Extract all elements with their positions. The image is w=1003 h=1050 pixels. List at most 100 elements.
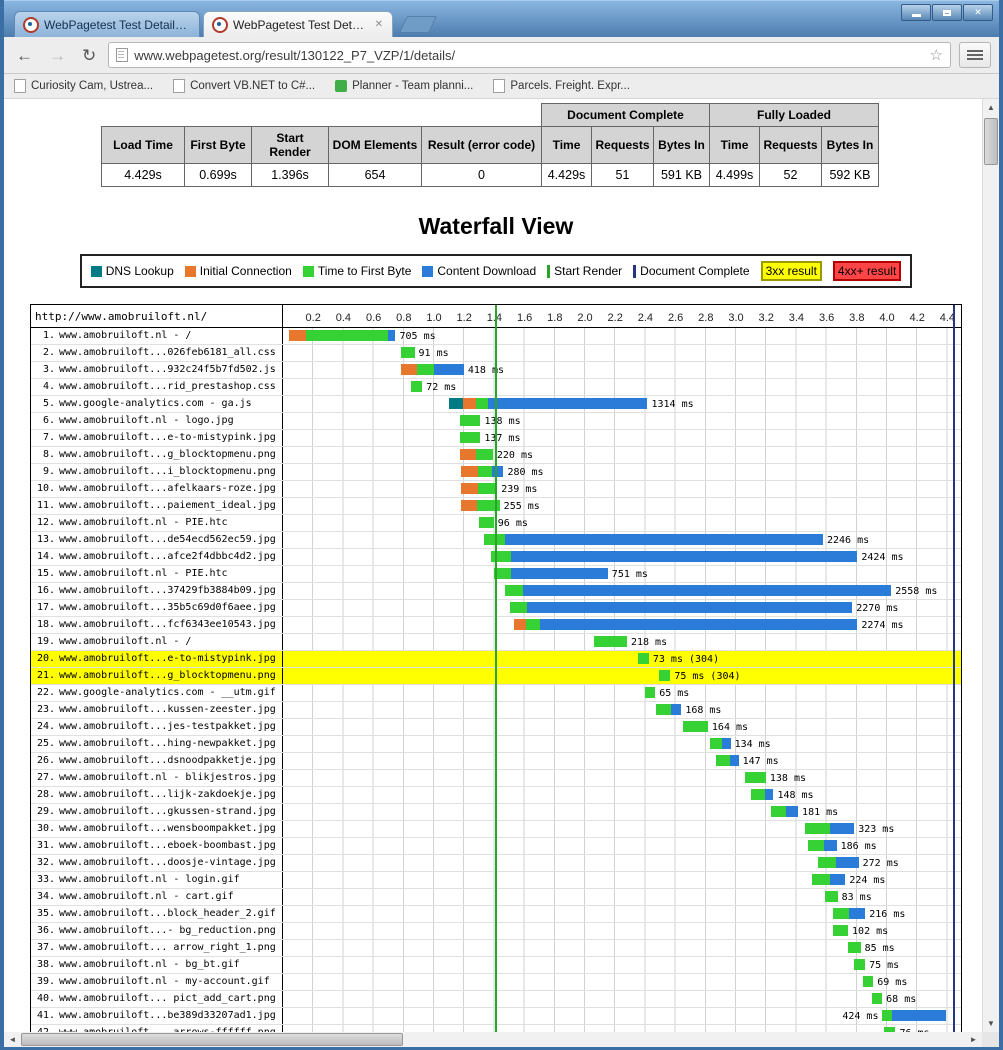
- request-label: 10. www.amobruiloft...afelkaars-roze.jpg: [31, 481, 283, 497]
- request-number: 6.: [42, 415, 55, 426]
- request-label: 27. www.amobruiloft.nl - blikjestros.jpg: [31, 770, 283, 786]
- request-bar: [459, 432, 481, 443]
- request-bar: [459, 449, 493, 460]
- request-url: www.amobruiloft...wensboompakket.jpg: [59, 823, 276, 834]
- refresh-button[interactable]: ↻: [78, 45, 100, 66]
- new-tab-button[interactable]: [399, 16, 437, 33]
- page-title: Waterfall View: [418, 213, 574, 239]
- horizontal-scroll-thumb[interactable]: [21, 1033, 403, 1046]
- legend-label: Content Download: [437, 264, 537, 278]
- request-number: 3.: [42, 364, 55, 375]
- request-time-label: 2424 ms: [861, 552, 904, 563]
- request-number: 1.: [42, 330, 55, 341]
- request-time-label: 65 ms: [659, 688, 690, 699]
- summary-value: 52: [759, 163, 822, 187]
- address-bar[interactable]: www.webpagetest.org/result/130122_P7_VZP…: [108, 42, 951, 68]
- summary-column-header: Result (error code): [421, 126, 542, 164]
- request-number: 37.: [36, 942, 55, 953]
- waterfall-track: 85 ms: [283, 940, 961, 956]
- minimize-button[interactable]: [901, 4, 931, 21]
- scroll-right-arrow[interactable]: ►: [965, 1032, 982, 1047]
- request-bar: [745, 772, 766, 783]
- request-number: 39.: [36, 976, 55, 987]
- request-label: 42.www.amobruiloft... arrows-ffffff.png: [31, 1025, 283, 1032]
- legend-item: Content Download: [422, 264, 536, 278]
- back-button[interactable]: ←: [12, 45, 37, 66]
- maximize-icon: [943, 9, 951, 16]
- forward-button[interactable]: →: [45, 45, 70, 66]
- request-label: 20. www.amobruiloft...e-to-mistypink.jpg: [31, 651, 283, 667]
- bookmark-star-icon[interactable]: ☆: [930, 48, 943, 63]
- browser-window: WebPagetest Test Details - / WebPagetest…: [0, 0, 1003, 1050]
- legend-swatch: [302, 265, 314, 277]
- segment-download: [433, 364, 464, 375]
- page-icon: [14, 79, 26, 93]
- page-icon: [116, 48, 129, 62]
- request-number: 21.: [36, 670, 55, 681]
- request-time-label: 186 ms: [840, 841, 877, 852]
- request-label: 41. www.amobruiloft...be389d33207ad1.jpg: [31, 1008, 283, 1024]
- request-bar: [594, 636, 627, 647]
- bookmark-item[interactable]: Parcels. Freight. Expr...: [493, 79, 630, 93]
- request-bar: [637, 653, 649, 664]
- segment-download: [891, 1010, 947, 1021]
- legend-item: Start Render: [547, 264, 622, 278]
- request-number: 24.: [36, 721, 55, 732]
- segment-ttfb: [658, 670, 671, 681]
- axis-tick-label: 0.2: [305, 312, 321, 324]
- close-tab-icon[interactable]: ✕: [374, 19, 384, 30]
- close-button[interactable]: ✕: [963, 4, 993, 21]
- request-time-label: 220 ms: [496, 450, 533, 461]
- segment-ttfb: [710, 738, 723, 749]
- request-label: 9. www.amobruiloft...i_blocktopmenu.png: [31, 464, 283, 480]
- waterfall-track: 68 ms: [283, 991, 961, 1007]
- horizontal-scrollbar[interactable]: ◄ ►: [4, 1032, 999, 1047]
- scroll-down-arrow[interactable]: ▼: [983, 1015, 999, 1032]
- summary-column-header: Requests: [591, 126, 654, 164]
- vertical-scroll-thumb[interactable]: [984, 118, 998, 165]
- request-label: 17. www.amobruiloft...35b5c69d0f6aee.jpg: [31, 600, 283, 616]
- waterfall-track: 218 ms: [283, 634, 961, 650]
- request-label: 21. www.amobruiloft...g_blocktopmenu.png: [31, 668, 283, 684]
- request-time-label: 138 ms: [769, 773, 807, 784]
- axis-tick-label: 2.0: [577, 312, 593, 324]
- waterfall-track: 148 ms: [283, 787, 961, 803]
- axis-tick-label: 2.8: [698, 312, 714, 324]
- request-bar: [509, 602, 853, 613]
- tab-active[interactable]: WebPagetest Test Details - / ✕: [203, 11, 393, 37]
- request-label: 11. www.amobruiloft...paiement_ideal.jpg: [31, 498, 283, 514]
- segment-ttfb: [808, 840, 824, 851]
- segment-connect: [459, 449, 477, 460]
- summary-value: 1.396s: [251, 163, 329, 187]
- chrome-menu-button[interactable]: [959, 42, 991, 68]
- waterfall-track: 224 ms: [283, 872, 961, 888]
- segment-connect: [289, 330, 306, 341]
- tab-title: WebPagetest Test Details - /: [233, 17, 369, 32]
- request-bar: [449, 398, 648, 409]
- segment-download: [823, 840, 837, 851]
- request-url: www.amobruiloft...block_header_2.gif: [59, 908, 276, 919]
- vertical-scrollbar[interactable]: ▲ ▼: [982, 99, 999, 1032]
- bookmark-item[interactable]: Curiosity Cam, Ustrea...: [14, 79, 153, 93]
- request-number: 30.: [36, 823, 55, 834]
- segment-download: [539, 619, 858, 630]
- scroll-up-arrow[interactable]: ▲: [983, 99, 999, 116]
- horizontal-scroll-track[interactable]: [21, 1032, 965, 1047]
- request-number: 36.: [36, 925, 55, 936]
- segment-connect: [463, 398, 477, 409]
- base-url: http://www.amobruiloft.nl/: [31, 305, 283, 327]
- request-time-label: 224 ms: [849, 875, 886, 886]
- waterfall-track: 76 ms: [283, 1025, 961, 1032]
- maximize-button[interactable]: [932, 4, 962, 21]
- bookmark-item[interactable]: Planner - Team planni...: [335, 80, 473, 92]
- request-url: www.amobruiloft...g_blocktopmenu.png: [59, 670, 276, 681]
- segment-connect: [461, 483, 478, 494]
- scroll-left-arrow[interactable]: ◄: [4, 1032, 21, 1047]
- segment-download: [722, 738, 731, 749]
- legend-swatch: [184, 265, 196, 277]
- tab-inactive[interactable]: WebPagetest Test Details - /: [14, 11, 200, 37]
- request-time-label: 1314 ms: [651, 399, 694, 410]
- bookmark-item[interactable]: Convert VB.NET to C#...: [173, 79, 315, 93]
- segment-ttfb: [745, 772, 766, 783]
- request-bar: [494, 568, 608, 579]
